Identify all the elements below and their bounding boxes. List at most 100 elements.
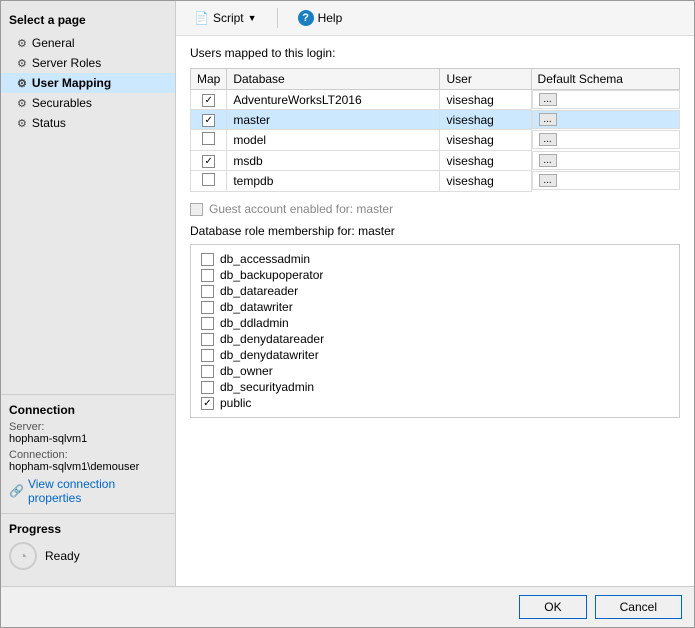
role-label-1: db_backupoperator: [220, 268, 323, 282]
role-item: db_datawriter: [201, 299, 669, 315]
row-checkbox-3[interactable]: [202, 155, 215, 168]
row-user-0: viseshag: [440, 90, 531, 110]
row-schema-4: ...: [532, 171, 680, 190]
role-label-7: db_owner: [220, 364, 273, 378]
connection-label: Connection:: [9, 449, 167, 461]
nav-item-status[interactable]: ⚙ Status: [1, 113, 175, 133]
schema-ellipsis-0[interactable]: ...: [539, 93, 557, 106]
col-default-schema: Default Schema: [531, 69, 679, 90]
server-roles-icon: ⚙: [17, 57, 27, 70]
content-area: Users mapped to this login: Map Database…: [176, 36, 694, 586]
schema-ellipsis-1[interactable]: ...: [539, 113, 557, 126]
guest-section: Guest account enabled for: master: [190, 202, 680, 216]
role-item: db_denydatawriter: [201, 347, 669, 363]
row-checkbox-0[interactable]: [202, 94, 215, 107]
schema-ellipsis-4[interactable]: ...: [539, 174, 557, 187]
table-row[interactable]: model viseshag ...: [191, 130, 680, 151]
row-database-0: AdventureWorksLT2016: [227, 90, 440, 110]
row-schema-3: ...: [532, 151, 680, 170]
col-database: Database: [227, 69, 440, 90]
nav-item-general[interactable]: ⚙ General: [1, 33, 175, 53]
toolbar-separator: [277, 8, 278, 28]
securables-icon: ⚙: [17, 97, 27, 110]
row-checkbox-2[interactable]: [202, 132, 215, 145]
row-schema-2: ...: [532, 130, 680, 149]
row-database-3: msdb: [227, 151, 440, 171]
col-user: User: [440, 69, 531, 90]
role-label-4: db_ddladmin: [220, 316, 289, 330]
row-schema-1: ...: [532, 110, 680, 129]
role-item: public: [201, 395, 669, 411]
role-checkbox-5[interactable]: [201, 333, 214, 346]
nav-item-securables[interactable]: ⚙ Securables: [1, 93, 175, 113]
role-membership-label: Database role membership for: master: [190, 224, 680, 238]
nav-item-user-mapping[interactable]: ⚙ User Mapping: [1, 73, 175, 93]
help-button[interactable]: ? Help: [290, 7, 351, 29]
view-connection-props[interactable]: 🔗 View connection properties: [9, 477, 167, 505]
script-icon: 📄: [194, 11, 209, 25]
role-item: db_securityadmin: [201, 379, 669, 395]
row-checkbox-1[interactable]: [202, 114, 215, 127]
connection-title: Connection: [9, 403, 167, 417]
general-icon: ⚙: [17, 37, 27, 50]
role-checkbox-2[interactable]: [201, 285, 214, 298]
connection-value: hopham-sqlvm1\demouser: [9, 461, 167, 473]
role-item: db_datareader: [201, 283, 669, 299]
row-user-1: viseshag: [440, 110, 531, 130]
connection-section: Connection Server: hopham-sqlvm1 Connect…: [1, 394, 175, 513]
role-checkbox-3[interactable]: [201, 301, 214, 314]
table-row[interactable]: tempdb viseshag ...: [191, 171, 680, 192]
server-label: Server:: [9, 421, 167, 433]
row-user-3: viseshag: [440, 151, 531, 171]
row-database-2: model: [227, 130, 440, 151]
cancel-button[interactable]: Cancel: [595, 595, 682, 619]
role-list: db_accessadmin db_backupoperator db_data…: [190, 244, 680, 418]
table-row[interactable]: AdventureWorksLT2016 viseshag ...: [191, 90, 680, 110]
users-mapped-label: Users mapped to this login:: [190, 46, 680, 60]
nav-item-server-roles[interactable]: ⚙ Server Roles: [1, 53, 175, 73]
help-icon: ?: [298, 10, 314, 26]
role-checkbox-0[interactable]: [201, 253, 214, 266]
table-row[interactable]: master viseshag ...: [191, 110, 680, 130]
chain-icon: 🔗: [9, 484, 24, 498]
users-table: Map Database User Default Schema Adventu…: [190, 68, 680, 192]
role-label-8: db_securityadmin: [220, 380, 314, 394]
role-item: db_accessadmin: [201, 251, 669, 267]
role-label-5: db_denydatareader: [220, 332, 324, 346]
guest-label: Guest account enabled for: master: [209, 202, 393, 216]
row-database-4: tempdb: [227, 171, 440, 192]
role-checkbox-8[interactable]: [201, 381, 214, 394]
role-label-2: db_datareader: [220, 284, 298, 298]
role-item: db_owner: [201, 363, 669, 379]
role-label-6: db_denydatawriter: [220, 348, 319, 362]
status-icon: ⚙: [17, 117, 27, 130]
guest-checkbox[interactable]: [190, 203, 203, 216]
dialog-footer: OK Cancel: [1, 586, 694, 627]
role-label-0: db_accessadmin: [220, 252, 310, 266]
role-checkbox-7[interactable]: [201, 365, 214, 378]
role-label-3: db_datawriter: [220, 300, 293, 314]
role-item: db_denydatareader: [201, 331, 669, 347]
script-dropdown-arrow: ▼: [248, 13, 257, 23]
role-checkbox-1[interactable]: [201, 269, 214, 282]
row-user-2: viseshag: [440, 130, 531, 151]
schema-ellipsis-2[interactable]: ...: [539, 133, 557, 146]
nav-menu: ⚙ General ⚙ Server Roles ⚙ User Mapping …: [1, 33, 175, 133]
select-page-title: Select a page: [1, 9, 175, 33]
schema-ellipsis-3[interactable]: ...: [539, 154, 557, 167]
progress-spinner: ◔: [9, 542, 37, 570]
table-row[interactable]: msdb viseshag ...: [191, 151, 680, 171]
script-button[interactable]: 📄 Script ▼: [186, 8, 265, 28]
row-checkbox-4[interactable]: [202, 173, 215, 186]
role-checkbox-4[interactable]: [201, 317, 214, 330]
progress-section: Progress ◔ Ready: [1, 513, 175, 578]
progress-title: Progress: [9, 522, 167, 536]
toolbar: 📄 Script ▼ ? Help: [176, 1, 694, 36]
role-checkbox-6[interactable]: [201, 349, 214, 362]
server-value: hopham-sqlvm1: [9, 433, 167, 445]
ok-button[interactable]: OK: [519, 595, 586, 619]
progress-status: Ready: [45, 549, 80, 563]
role-item: db_backupoperator: [201, 267, 669, 283]
role-checkbox-9[interactable]: [201, 397, 214, 410]
row-schema-0: ...: [532, 90, 680, 109]
